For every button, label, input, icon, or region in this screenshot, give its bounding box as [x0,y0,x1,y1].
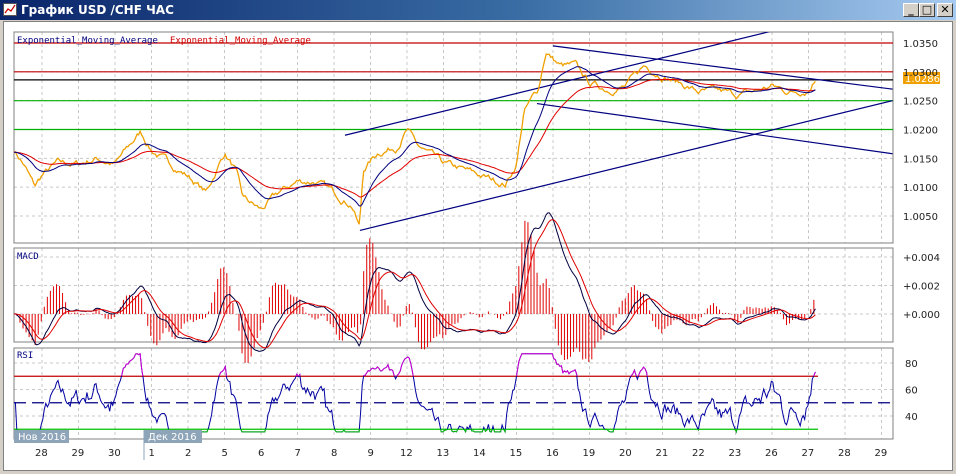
date-label: 20 [619,448,632,459]
rsi-tick-label: 80 [905,359,918,370]
price-tick-label: 1.0350 [903,39,938,50]
rsi-tick-label: 40 [905,412,918,423]
date-label: 13 [437,448,450,459]
date-label: 21 [656,448,669,459]
grid [14,32,893,439]
price-tick-label: 1.0050 [903,212,938,223]
date-label: 29 [72,448,85,459]
date-label: 28 [838,448,851,459]
rsi-tick-label: 60 [905,386,918,397]
date-label: 23 [729,448,742,459]
chart-canvas[interactable]: Exponential_Moving_Average Exponential_M… [0,0,956,474]
macd-title: MACD [17,252,39,262]
date-label: 5 [222,448,228,459]
date-label: 1 [149,448,155,459]
trend-line [552,45,893,90]
macd-tick-label: +0.002 [903,282,940,293]
date-label: 6 [258,448,264,459]
date-label: 30 [108,448,121,459]
date-label: 26 [765,448,778,459]
macd-panel [13,247,894,343]
date-label: 28 [35,448,48,459]
rsi-overbought-segment [121,352,816,376]
price-tick-label: 1.0150 [903,154,938,165]
macd-line [13,212,816,352]
date-label: 15 [510,448,523,459]
date-label: 27 [802,448,815,459]
legend-ema-fast: Exponential_Moving_Average [17,36,158,46]
rsi-title: RSI [17,351,33,361]
date-label: 29 [875,448,888,459]
price-tick-label: 1.0200 [903,126,938,137]
price-panel [13,31,894,244]
date-label: 12 [400,448,413,459]
rsi-panel [13,347,894,440]
date-label: 14 [473,448,486,459]
price-tick-label: 1.0100 [903,183,938,194]
date-label: 2 [185,448,191,459]
date-label: 7 [295,448,301,459]
price-tick-label: 1.0300 [903,68,938,79]
trend-line [359,100,893,231]
date-label: 22 [692,448,705,459]
date-label: 9 [368,448,374,459]
rsi-line [13,352,816,434]
date-label: 8 [331,448,337,459]
date-label: 16 [546,448,559,459]
macd-tick-label: +0.004 [903,253,940,264]
month-badge-dec-label: Дек 2016 [148,432,197,443]
price-tick-label: 1.0250 [903,97,938,108]
macd-tick-label: +0.000 [903,310,940,321]
legend-ema-slow: Exponential_Moving_Average [170,36,311,46]
date-label: 19 [583,448,596,459]
trend-line [536,102,893,155]
month-badge-nov-label: Нов 2016 [18,432,66,443]
rsi-oversold-segment [16,429,738,434]
macd-signal-line [13,219,816,349]
